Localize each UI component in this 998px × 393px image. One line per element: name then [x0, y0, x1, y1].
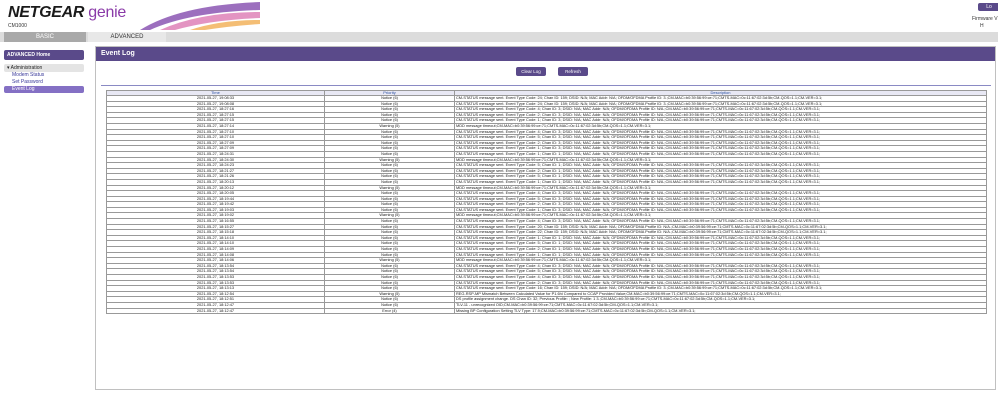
tab-bar: BASIC ADVANCED	[0, 32, 998, 42]
hardware-version-label: H	[980, 23, 984, 29]
sidebar: ADVANCED Home ▾ Administration Modem Sta…	[4, 50, 84, 93]
sidebar-item-modem-status[interactable]: Modem Status	[4, 72, 84, 79]
cell-description: Missing BP Configuration Setting TLV Typ…	[454, 307, 987, 315]
refresh-button[interactable]: Refresh	[558, 67, 588, 76]
clear-log-button[interactable]: Clear Log	[516, 67, 546, 76]
main-panel: Event Log Clear Log Refresh Time Priorit…	[95, 46, 996, 390]
divider	[101, 85, 991, 86]
sidebar-section-administration[interactable]: ▾ Administration	[4, 64, 84, 72]
model-name: CM1000	[8, 23, 27, 29]
button-bar: Clear Log Refresh	[96, 61, 995, 83]
table-row: 2021-05-27, 18:12:47 Error (4) Missing BP …	[106, 307, 987, 315]
sidebar-item-event-log[interactable]: Event Log	[4, 86, 84, 93]
sidebar-item-advanced-home[interactable]: ADVANCED Home	[4, 50, 84, 60]
table-body: 2021-05-27, 19:08:33 Notice (6) CM-STATUS …	[106, 95, 987, 315]
tab-basic[interactable]: BASIC	[4, 32, 86, 42]
tab-advanced[interactable]: ADVANCED	[88, 32, 166, 42]
page-title: Event Log	[96, 47, 995, 61]
firmware-version-label: Firmware V	[972, 16, 998, 22]
event-log-table: Time Priority Description 2021-05-27, 19…	[106, 90, 987, 315]
page-header: NETGEAR genie CM1000 Lo Firmware V H	[0, 0, 998, 32]
cell-priority: Error (4)	[324, 307, 455, 315]
logout-button[interactable]: Lo	[978, 3, 998, 11]
cell-time: 2021-05-27, 18:12:47	[106, 307, 325, 315]
netgear-genie-logo: NETGEAR genie	[8, 4, 126, 21]
brand-swirl-graphic	[140, 2, 260, 30]
sidebar-item-set-password[interactable]: Set Password	[4, 79, 84, 86]
